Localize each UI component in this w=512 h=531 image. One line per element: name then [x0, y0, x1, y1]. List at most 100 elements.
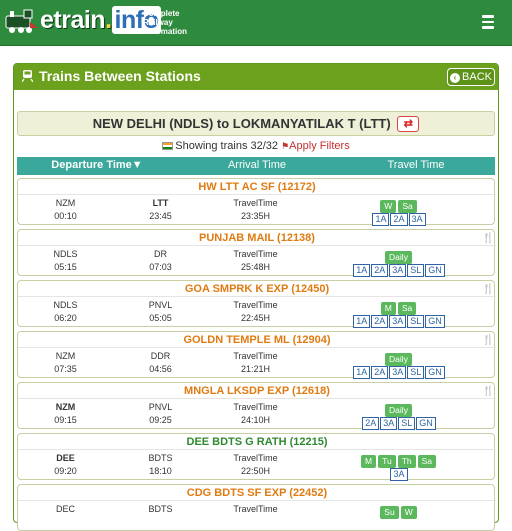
- train-count-icon: [162, 142, 174, 150]
- back-button[interactable]: ‹ BACK: [447, 68, 495, 86]
- time-row: 09:15 09:25 24:10H 2A 3A SL GN: [18, 413, 496, 430]
- apply-filters-link[interactable]: Apply Filters: [289, 140, 350, 152]
- class-badge[interactable]: 2A: [390, 213, 408, 226]
- divider: [18, 347, 496, 348]
- class-badge[interactable]: GN: [425, 264, 445, 277]
- travel-label: TravelTime: [233, 198, 278, 208]
- time-row: 05:15 07:03 25:48H 1A 2A 3A SL GN: [18, 260, 496, 277]
- train-name[interactable]: DEE BDTS G RATH (12215): [18, 436, 496, 448]
- train-card[interactable]: HW LTT AC SF (12172) NZM LTT TravelTime W Sa 0…: [17, 178, 496, 227]
- train-name[interactable]: MNGLA LKSDP EXP (12618): [18, 385, 496, 397]
- train-name[interactable]: CDG BDTS SF EXP (22452): [18, 487, 496, 499]
- travel-duration: 22:45H: [240, 313, 271, 323]
- class-badge[interactable]: SL: [407, 264, 425, 277]
- from-station: DEC: [55, 504, 75, 514]
- departure-time: 00:10: [54, 211, 77, 221]
- class-badge[interactable]: 1A: [353, 366, 371, 379]
- departure-time: 09:15: [54, 415, 77, 425]
- route-header: NEW DELHI (NDLS) to LOKMANYATILAK T (LTT…: [17, 111, 495, 136]
- departure-time: 09:20: [54, 466, 77, 476]
- class-badge[interactable]: 3A: [389, 315, 407, 328]
- tagline: Complete Railway Information: [143, 9, 187, 36]
- train-card[interactable]: GOLDN TEMPLE ML (12904) 🍴 NZM DDR TravelTime…: [17, 331, 496, 379]
- station-row: NZM DDR TravelTime Daily: [18, 349, 496, 366]
- sort-departure[interactable]: Departure Time▼: [17, 159, 177, 171]
- sort-travel[interactable]: Travel Time: [337, 159, 495, 171]
- class-badge[interactable]: 1A: [353, 315, 371, 328]
- filter-flag-icon: ⚑: [281, 141, 290, 151]
- class-list: 1A 2A 3A SL GN: [303, 260, 496, 278]
- train-card[interactable]: GOA SMPRK K EXP (12450) 🍴 NDLS PNVL TravelTi…: [17, 280, 496, 329]
- travel-duration: 23:35H: [240, 211, 271, 221]
- train-name[interactable]: GOA SMPRK K EXP (12450): [18, 283, 496, 295]
- from-station: DEE: [56, 453, 75, 463]
- to-station: BDTS: [148, 504, 173, 514]
- class-badge[interactable]: 3A: [380, 417, 398, 430]
- class-badge[interactable]: GN: [425, 315, 445, 328]
- class-badge[interactable]: 1A: [353, 264, 371, 277]
- divider: [18, 398, 496, 399]
- travel-label: TravelTime: [233, 504, 278, 514]
- class-list: 1A 2A 3A SL GN: [303, 311, 496, 329]
- column-header: Departure Time▼ Arrival Time Travel Time: [17, 157, 495, 175]
- arrival-time: 05:05: [149, 313, 172, 323]
- station-row: NZM PNVL TravelTime Daily: [18, 400, 496, 417]
- class-badge[interactable]: 3A: [408, 213, 426, 226]
- travel-duration: 22:50H: [240, 466, 271, 476]
- train-card[interactable]: MNGLA LKSDP EXP (12618) 🍴 NZM PNVL TravelTim…: [17, 382, 496, 430]
- to-station: DR: [154, 249, 167, 259]
- train-card[interactable]: CDG BDTS SF EXP (22452) DEC BDTS TravelTime…: [17, 484, 496, 531]
- departure-time: 06:20: [54, 313, 77, 323]
- class-badge[interactable]: 2A: [371, 315, 389, 328]
- panel-header: Trains Between Stations ‹ BACK: [14, 64, 498, 90]
- departure-time: 07:35: [54, 364, 77, 374]
- train-name[interactable]: GOLDN TEMPLE ML (12904): [18, 334, 496, 346]
- divider: [18, 245, 496, 246]
- class-badge[interactable]: SL: [398, 417, 416, 430]
- travel-duration: 25:48H: [240, 262, 271, 272]
- class-list: 3A: [303, 464, 496, 482]
- arrival-time: 09:25: [149, 415, 172, 425]
- arrival-time: 04:56: [149, 364, 172, 374]
- travel-label: TravelTime: [233, 453, 278, 463]
- pantry-icon: 🍴: [482, 284, 495, 295]
- sort-arrival[interactable]: Arrival Time: [177, 159, 337, 171]
- class-badge[interactable]: 3A: [389, 264, 407, 277]
- class-badge[interactable]: 2A: [371, 366, 389, 379]
- train-name[interactable]: PUNJAB MAIL (12138): [18, 232, 496, 244]
- divider: [18, 500, 496, 501]
- divider: [18, 449, 496, 450]
- from-station: NDLS: [53, 300, 78, 310]
- to-station: PNVL: [148, 300, 173, 310]
- hamburger-icon[interactable]: [478, 15, 498, 31]
- time-row: 07:35 04:56 21:21H 1A 2A 3A SL GN: [18, 362, 496, 379]
- swap-stations-icon[interactable]: ⇄: [397, 116, 420, 132]
- travel-label: TravelTime: [233, 351, 278, 361]
- divider: [18, 296, 496, 297]
- from-station: NZM: [55, 402, 76, 412]
- route-text: NEW DELHI (NDLS) to LOKMANYATILAK T (LTT…: [92, 116, 391, 131]
- from-station: NZM: [55, 351, 76, 361]
- class-badge[interactable]: 2A: [371, 264, 389, 277]
- station-row: DEE BDTS TravelTime M Tu Th Sa: [18, 451, 496, 468]
- arrival-time: 18:10: [149, 466, 172, 476]
- class-list: 1A 2A 3A SL GN: [303, 362, 496, 380]
- station-row: DEC BDTS TravelTime Su W: [18, 502, 496, 519]
- class-list: 1A 2A 3A: [303, 209, 496, 227]
- train-card[interactable]: DEE BDTS G RATH (12215) DEE BDTS TravelTime…: [17, 433, 496, 482]
- class-badge[interactable]: 3A: [390, 468, 408, 481]
- class-badge[interactable]: SL: [407, 315, 425, 328]
- panel-title: Trains Between Stations: [22, 68, 201, 84]
- station-row: NDLS PNVL TravelTime M Sa: [18, 298, 496, 315]
- class-badge[interactable]: 3A: [389, 366, 407, 379]
- class-badge[interactable]: 1A: [372, 213, 390, 226]
- class-badge[interactable]: 2A: [362, 417, 380, 430]
- train-name[interactable]: HW LTT AC SF (12172): [18, 181, 496, 193]
- class-badge[interactable]: GN: [425, 366, 445, 379]
- top-bar: etrain. info Complete Railway Information: [0, 0, 512, 46]
- class-badge[interactable]: GN: [416, 417, 436, 430]
- train-card[interactable]: PUNJAB MAIL (12138) 🍴 NDLS DR TravelTime Dail…: [17, 229, 496, 277]
- class-badge[interactable]: SL: [407, 366, 425, 379]
- travel-label: TravelTime: [233, 402, 278, 412]
- arrival-time: 07:03: [149, 262, 172, 272]
